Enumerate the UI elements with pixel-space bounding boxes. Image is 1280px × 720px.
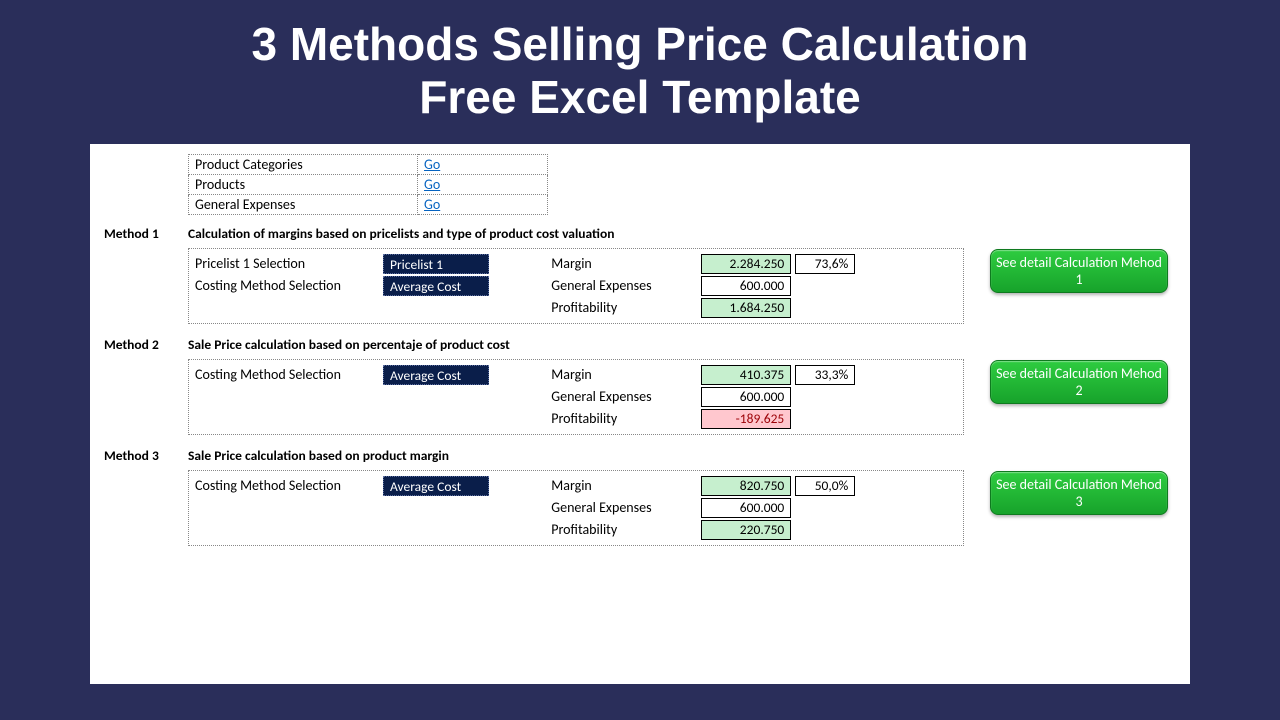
nav-table: Product Categories Go Products Go Genera… [188,154,548,215]
margin-value: 2.284.250 [701,254,791,274]
selection-label: Costing Method Selection [195,277,383,294]
genexp-label: General Expenses [551,499,701,516]
calc-box: Costing Method Selection Average Cost Ma… [188,359,964,435]
margin-label: Margin [551,255,701,272]
selection-label: Pricelist 1 Selection [195,255,383,272]
page-title: 3 Methods Selling Price Calculation Free… [0,0,1280,134]
profit-value: 220.750 [701,520,791,540]
calc-box: Costing Method Selection Average Cost Ma… [188,470,964,546]
genexp-value: 600.000 [701,276,791,296]
nav-link-categories[interactable]: Go [424,156,440,173]
calc-box: Pricelist 1 Selection Pricelist 1 Costin… [188,248,964,324]
method-1: Method 1 Calculation of margins based on… [104,225,1176,324]
nav-row-products: Products Go [189,174,548,194]
nav-row-expenses: General Expenses Go [189,194,548,214]
pricelist-selection[interactable]: Pricelist 1 [383,254,489,274]
margin-label: Margin [551,366,701,383]
costing-method-selection[interactable]: Average Cost [383,476,489,496]
method-3: Method 3 Sale Price calculation based on… [104,447,1176,546]
profit-value: -189.625 [701,409,791,429]
costing-method-selection[interactable]: Average Cost [383,365,489,385]
profit-value: 1.684.250 [701,298,791,318]
nav-row-categories: Product Categories Go [189,154,548,174]
nav-link-products[interactable]: Go [424,176,440,193]
margin-label: Margin [551,477,701,494]
genexp-value: 600.000 [701,498,791,518]
title-line1: 3 Methods Selling Price Calculation [60,18,1220,71]
method-2: Method 2 Sale Price calculation based on… [104,336,1176,435]
profit-label: Profitability [551,299,701,316]
profit-label: Profitability [551,521,701,538]
detail-button-method2[interactable]: See detail Calculation Mehod 2 [990,360,1168,404]
genexp-label: General Expenses [551,277,701,294]
nav-label: General Expenses [189,194,418,214]
margin-pct: 73,6% [795,254,855,274]
detail-button-method3[interactable]: See detail Calculation Mehod 3 [990,471,1168,515]
costing-method-selection[interactable]: Average Cost [383,276,489,296]
detail-button-method1[interactable]: See detail Calculation Mehod 1 [990,249,1168,293]
method-heading: Sale Price calculation based on product … [188,447,1176,464]
method-label: Method 3 [104,447,188,464]
profit-label: Profitability [551,410,701,427]
margin-value: 410.375 [701,365,791,385]
method-heading: Calculation of margins based on pricelis… [188,225,1176,242]
method-label: Method 1 [104,225,188,242]
excel-sheet: Product Categories Go Products Go Genera… [90,144,1190,684]
selection-label: Costing Method Selection [195,477,383,494]
nav-label: Product Categories [189,154,418,174]
selection-label: Costing Method Selection [195,366,383,383]
margin-value: 820.750 [701,476,791,496]
genexp-value: 600.000 [701,387,791,407]
margin-pct: 50,0% [795,476,855,496]
genexp-label: General Expenses [551,388,701,405]
nav-label: Products [189,174,418,194]
method-label: Method 2 [104,336,188,353]
margin-pct: 33,3% [795,365,855,385]
title-line2: Free Excel Template [60,71,1220,124]
nav-link-expenses[interactable]: Go [424,196,440,213]
method-heading: Sale Price calculation based on percenta… [188,336,1176,353]
